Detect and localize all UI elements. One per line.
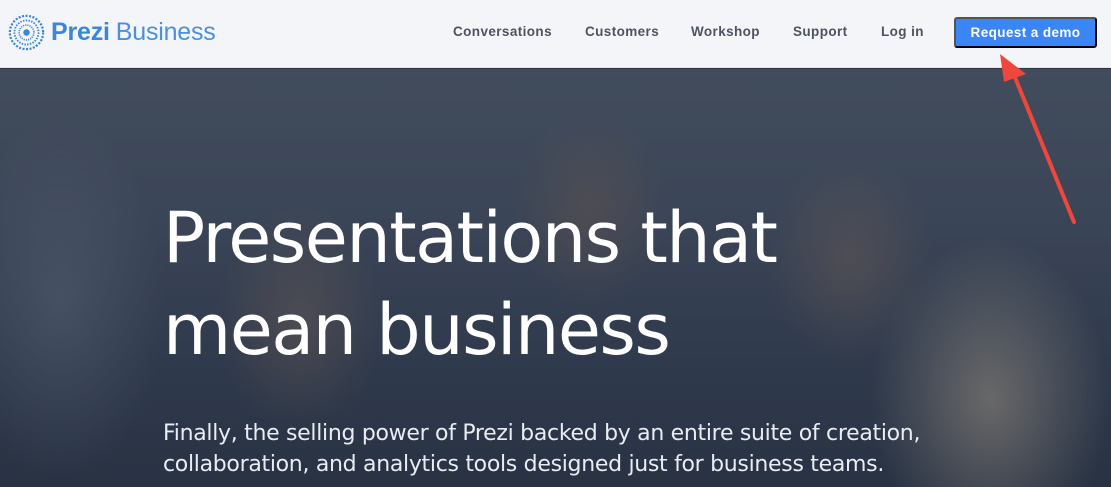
nav-workshop[interactable]: Workshop [691,24,760,39]
prezi-business-logo[interactable]: Prezi Business [8,14,216,51]
logo-text-prezi: Prezi [51,18,110,46]
hero-title: Presentations that mean business [163,197,778,371]
hero-section: Presentations that mean business Finally… [0,69,1111,487]
hero-subtitle: Finally, the selling power of Prezi back… [163,421,921,477]
nav-log-in[interactable]: Log in [881,24,924,39]
request-demo-button[interactable]: Request a demo [954,17,1097,48]
logo-text-business: Business [115,18,216,46]
nav-conversations[interactable]: Conversations [453,24,552,39]
nav-support[interactable]: Support [793,24,848,39]
site-header: Prezi Business Conversations Customers Wo… [0,0,1111,68]
prezi-logo-icon [8,14,45,51]
nav-customers[interactable]: Customers [585,24,659,39]
